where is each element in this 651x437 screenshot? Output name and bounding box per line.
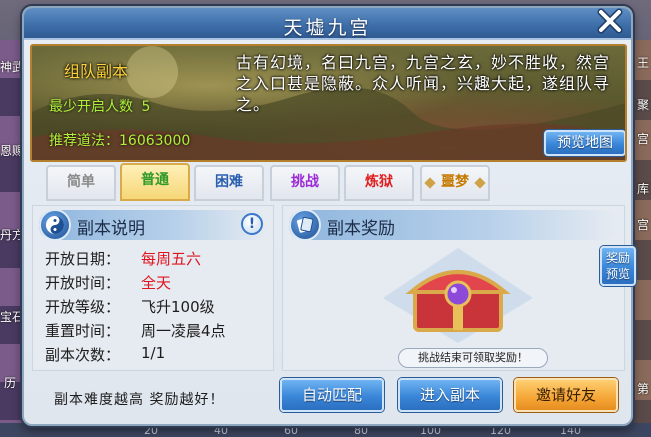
info-key: 开放等级： [45,298,121,316]
dungeon-description: 古有幻境，名曰九宫，九宫之玄，妙不胜收，然宫之入口甚是隐蔽。众人听闻，兴趣大起，… [236,53,611,114]
close-button[interactable] [595,6,625,36]
reward-caption: 挑战结束可领取奖励！ [398,348,548,368]
info-key: 开放时间： [45,274,121,292]
close-icon [597,8,623,34]
min-players: 最少开启人数 5 [49,96,150,116]
background-label: 丹方 [0,228,25,242]
info-value: 1/1 [141,344,166,362]
tab-label: 挑战 [291,174,319,190]
tab-hard[interactable]: 困难 [194,165,264,201]
tab-nightmare[interactable]: 噩梦 [420,165,490,201]
invite-friends-button[interactable]: 邀请好友 [514,378,618,412]
dungeon-reward-panel: 副本奖励 奖励预览 挑战结束可领取奖励！ [282,205,636,371]
cards-icon [289,209,321,241]
reward-panel-header: 副本奖励 [289,209,618,241]
tab-ornament-icon [474,177,486,189]
auto-match-button[interactable]: 自动匹配 [280,378,384,412]
title-bar: 天墟九宫 [24,8,631,40]
tab-label: 噩梦 [441,174,469,190]
info-value: 飞升100级 [141,298,215,316]
reward-preview-button[interactable]: 奖励预览 [600,246,636,286]
info-row-open-date: 开放日期： 每周五六 [45,248,226,272]
info-row-attempts: 副本次数： 1/1 [45,344,226,368]
dungeon-dialog: 天墟九宫 组队副本 最少开启人数 5 推荐道法：16063000 古有幻境，名曰… [22,6,636,426]
dungeon-type-label: 组队副本 [64,62,129,81]
info-value: 每周五六 [141,250,202,268]
min-players-label: 最少开启人数 [49,99,133,115]
background-label: 宫 [636,132,649,146]
info-panel-title: 副本说明 [77,219,145,239]
info-button[interactable]: ! [241,213,263,235]
background-label: 王 [636,56,649,70]
recommended-label: 推荐道法： [49,133,119,149]
tab-label: 困难 [215,174,243,190]
recommended-power: 推荐道法：16063000 [49,130,190,150]
dungeon-info-panel: 副本说明 ! 开放日期： 每周五六 开放时间： 全天 开放等级： 飞升100级 … [32,205,274,371]
background-label: 历 [4,376,17,390]
info-row-reset-time: 重置时间： 周一凌晨4点 [45,320,226,344]
info-key: 副本次数： [45,346,121,364]
background-label: 聚 [636,98,649,112]
info-value: 周一凌晨4点 [141,322,226,340]
background-label: 库 [636,182,649,196]
tab-normal[interactable]: 普通 [120,163,190,201]
info-key: 开放日期： [45,250,121,268]
background-label: 神武 [0,60,25,74]
info-rows: 开放日期： 每周五六 开放时间： 全天 开放等级： 飞升100级 重置时间： 周… [45,248,226,368]
difficulty-tabs: 简单 普通 困难 挑战 炼狱 噩梦 [30,161,627,201]
enter-dungeon-button[interactable]: 进入副本 [398,378,502,412]
info-row-level: 开放等级： 飞升100级 [45,296,226,320]
difficulty-hint: 副本难度越高 奖励越好！ [54,392,225,408]
background-label: 恩赐 [0,144,25,158]
reward-panel-title: 副本奖励 [327,219,395,239]
preview-map-button[interactable]: 预览地图 [544,130,625,156]
min-players-value: 5 [141,99,151,115]
tab-label: 普通 [141,172,169,188]
dungeon-banner: 组队副本 最少开启人数 5 推荐道法：16063000 古有幻境，名曰九宫，九宫… [30,44,627,162]
tab-easy[interactable]: 简单 [46,165,116,201]
tab-purgatory[interactable]: 炼狱 [344,165,414,201]
info-key: 重置时间： [45,322,121,340]
background-label: 第 [636,382,649,396]
info-panel-header: 副本说明 ! [39,209,267,241]
taiji-icon [39,209,71,241]
tab-ornament-icon [424,177,436,189]
tab-challenge[interactable]: 挑战 [270,165,340,201]
treasure-chest-icon [383,248,533,343]
tab-label: 简单 [67,174,95,190]
background-label: 宫 [636,218,649,232]
dialog-title: 天墟九宫 [283,17,372,39]
info-value: 全天 [141,274,172,292]
recommended-value: 16063000 [119,133,191,149]
tab-label: 炼狱 [365,174,393,190]
background-label: 宝石 [0,310,25,324]
info-row-open-time: 开放时间： 全天 [45,272,226,296]
